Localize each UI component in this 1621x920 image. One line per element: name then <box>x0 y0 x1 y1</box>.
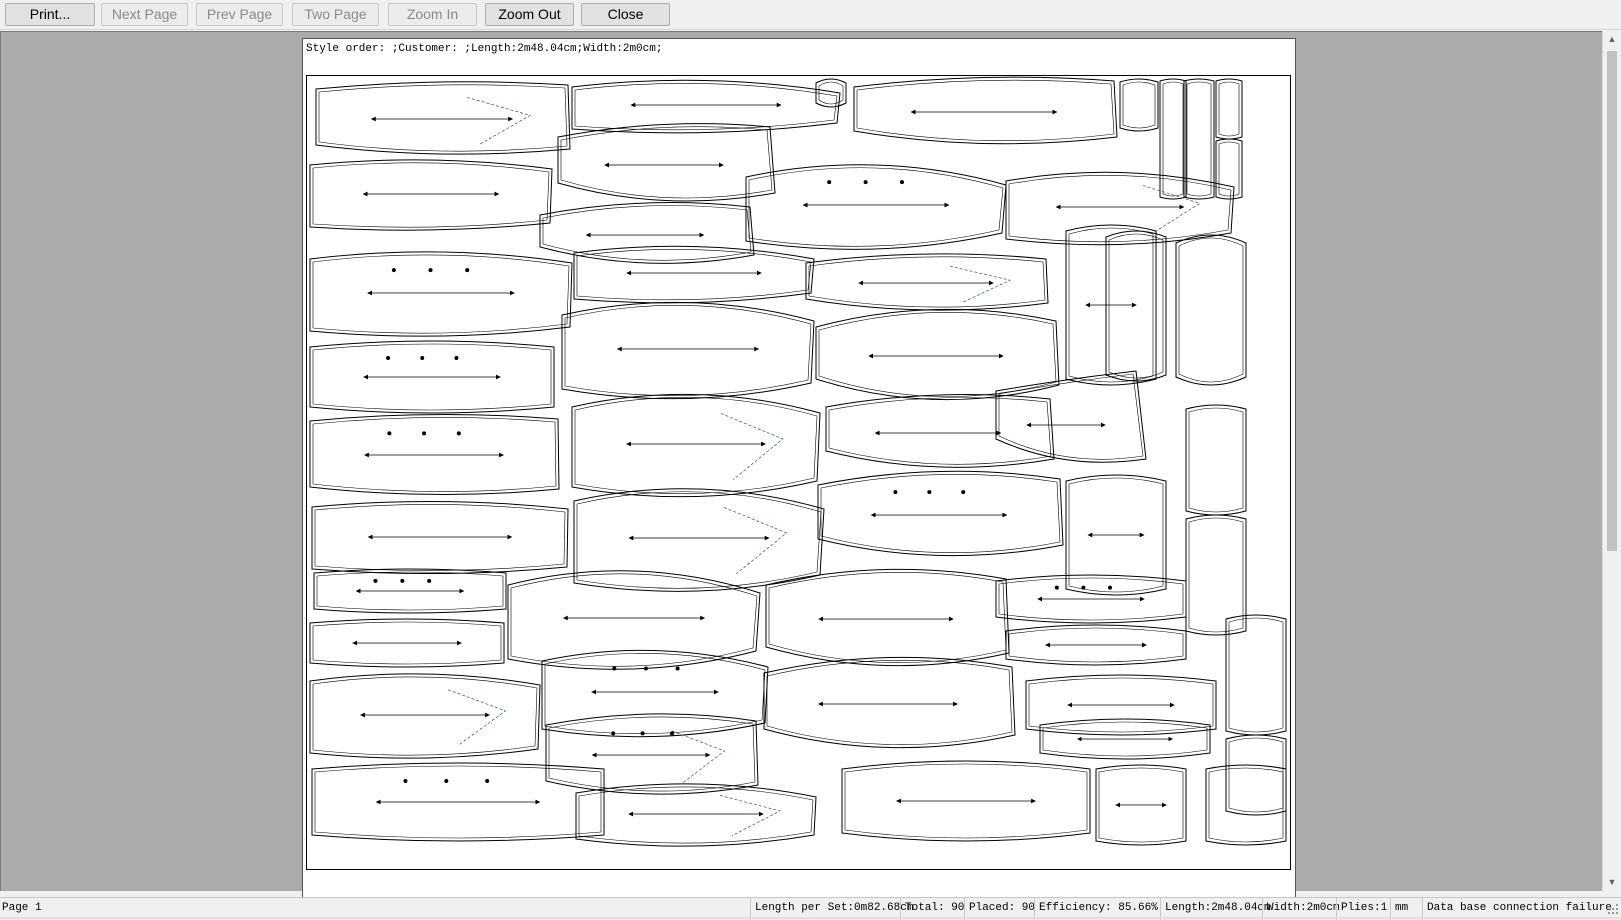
zoom-in-button[interactable]: Zoom In <box>388 3 477 26</box>
drill-hole <box>1081 585 1086 590</box>
drill-hole <box>444 779 449 784</box>
drill-hole <box>403 779 408 784</box>
drill-hole <box>827 180 832 185</box>
print-button[interactable]: Print... <box>5 3 95 26</box>
drill-hole <box>485 779 490 784</box>
drill-hole <box>400 578 405 583</box>
drill-hole <box>961 490 966 495</box>
zoom-out-button[interactable]: Zoom Out <box>485 3 574 26</box>
drill-hole <box>420 355 425 360</box>
drill-hole <box>391 268 396 273</box>
drill-hole <box>643 666 648 671</box>
drill-hole <box>675 666 680 671</box>
drill-hole <box>386 355 391 360</box>
resize-grip-icon[interactable] <box>1607 903 1619 915</box>
drill-hole <box>428 268 433 273</box>
drill-hole <box>427 578 432 583</box>
next-page-button[interactable]: Next Page <box>101 3 188 26</box>
drill-hole <box>422 431 427 436</box>
drill-hole <box>670 731 674 736</box>
drill-hole <box>1108 585 1112 590</box>
toolbar: Print... Next Page Prev Page Two Page Zo… <box>0 0 1621 30</box>
drill-hole <box>927 490 932 495</box>
close-button[interactable]: Close <box>581 3 670 26</box>
drill-hole <box>1054 585 1059 590</box>
scroll-up-icon[interactable]: ▲ <box>1603 31 1621 48</box>
scrollbar-thumb[interactable] <box>1607 51 1617 551</box>
print-page: Style order: ;Customer: ;Length:2m48.04c… <box>302 38 1296 898</box>
prev-page-button[interactable]: Prev Page <box>196 3 283 26</box>
drill-hole <box>387 431 392 436</box>
drill-hole <box>611 731 616 736</box>
drill-hole <box>454 355 459 360</box>
marker-layout <box>306 75 1291 870</box>
page-header: Style order: ;Customer: ;Length:2m48.04c… <box>306 43 663 55</box>
two-page-button[interactable]: Two Page <box>292 3 379 26</box>
drill-hole <box>640 731 645 736</box>
drill-hole <box>465 268 470 273</box>
drill-hole <box>373 578 378 583</box>
drill-hole <box>900 180 904 185</box>
vertical-scrollbar[interactable]: ▲ ▼ <box>1602 31 1621 891</box>
drill-hole <box>893 490 898 495</box>
drill-hole <box>456 431 461 436</box>
scroll-down-icon[interactable]: ▼ <box>1603 874 1621 891</box>
status-bar: Page 1 Length per Set:0m82.68cm Total: 9… <box>0 897 1621 920</box>
drill-hole <box>612 666 617 671</box>
drill-hole <box>863 180 868 185</box>
